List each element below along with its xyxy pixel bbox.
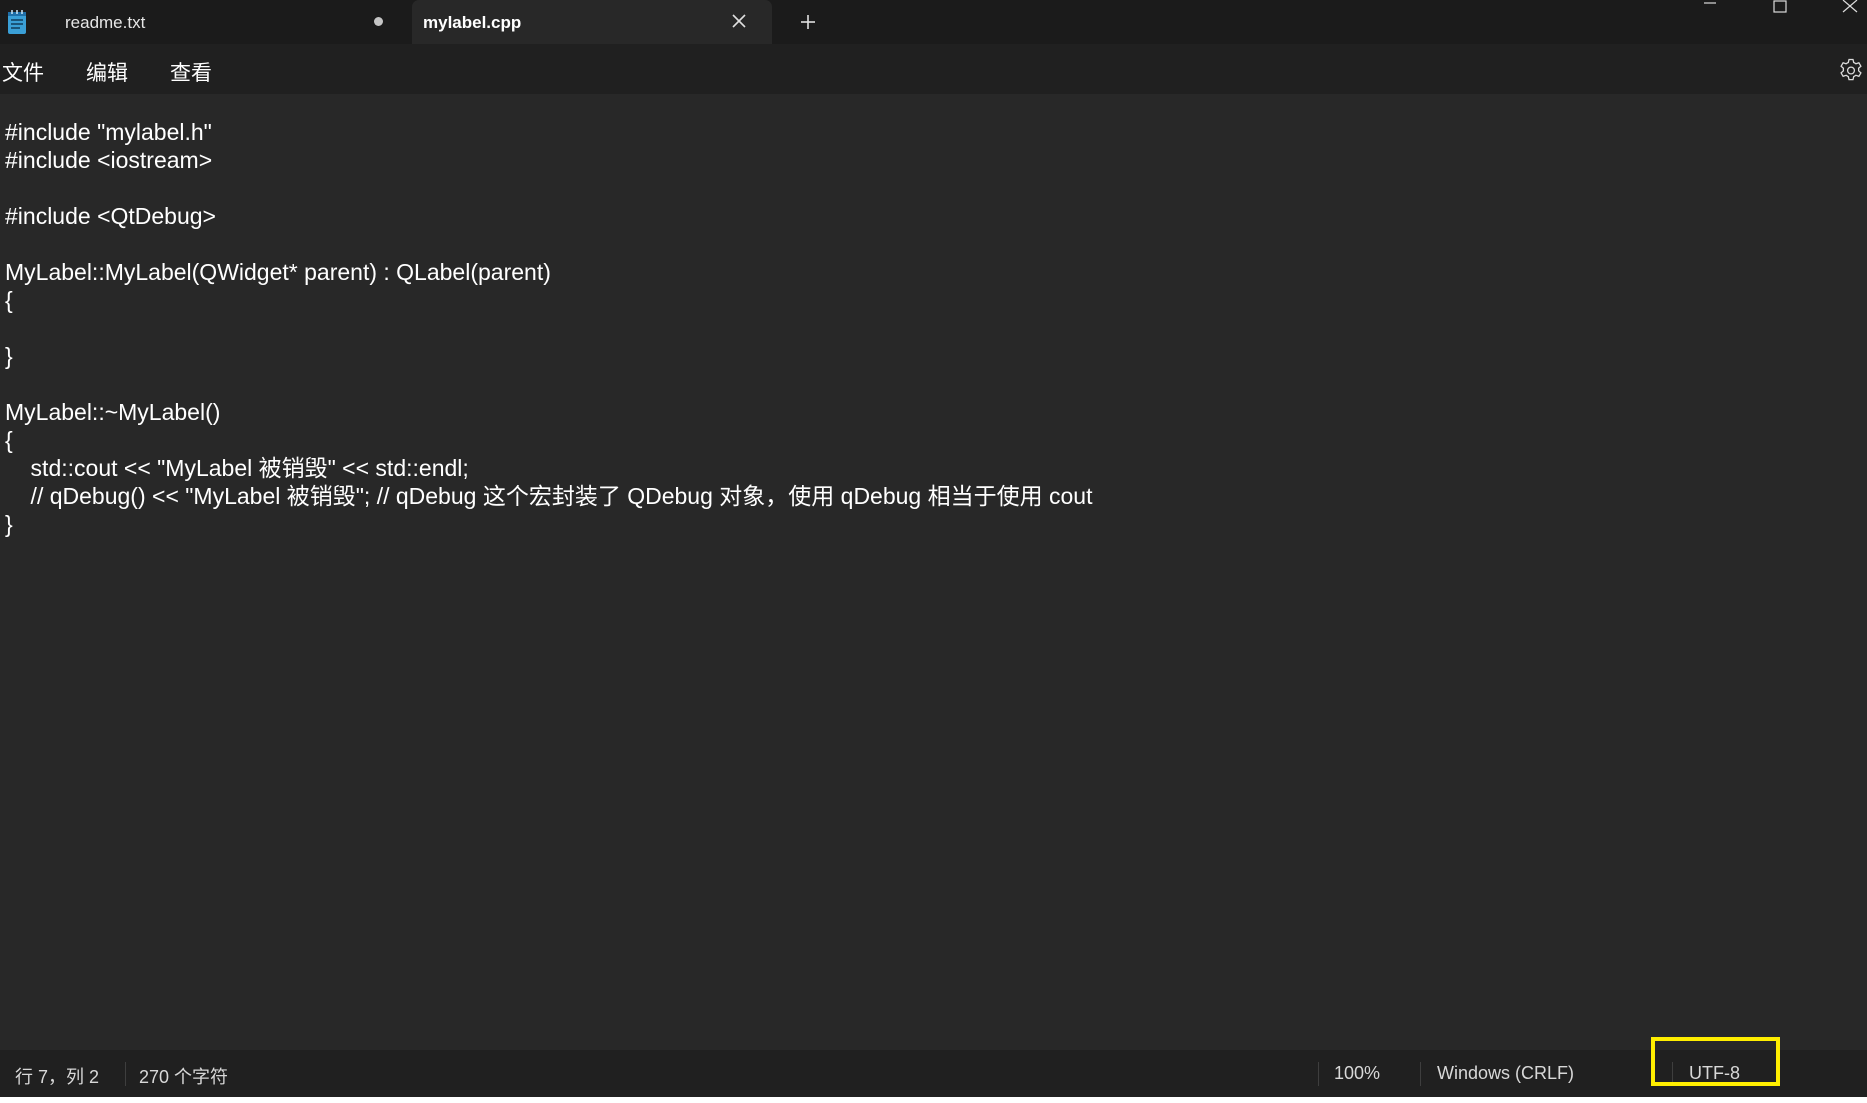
tab-readme[interactable]: readme.txt [40,0,408,44]
zoom-level[interactable]: 100% [1334,1063,1380,1084]
character-count: 270 个字符 [139,1067,229,1087]
code-line: { [5,427,13,453]
menu-file[interactable]: 文件 [2,57,44,87]
code-line: MyLabel::~MyLabel() [5,399,221,425]
code-content: #include "mylabel.h" #include <iostream>… [5,118,1092,538]
line-ending[interactable]: Windows (CRLF) [1437,1063,1574,1084]
title-bar: readme.txt mylabel.cpp [0,0,1867,44]
close-tab-icon[interactable] [728,10,750,32]
notepad-app-icon [8,10,26,34]
code-line: #include <QtDebug> [5,203,216,229]
status-divider [1318,1062,1319,1086]
status-divider [125,1062,126,1086]
tab-label: readme.txt [65,13,146,32]
cursor-position: 行 7，列 2 [15,1067,100,1087]
code-line: } [5,343,13,369]
settings-gear-icon[interactable] [1838,57,1864,83]
menu-bar: 文件 编辑 查看 [0,44,1867,94]
text-editor-area[interactable]: #include "mylabel.h" #include <iostream>… [0,94,1867,1050]
notepad-window: readme.txt mylabel.cpp 文件 编辑 查看 #include… [0,0,1867,1097]
status-bar: 行 7，列 2 270 个字符 100% Windows (CRLF) UTF-… [0,1050,1867,1097]
code-line: { [5,287,13,313]
encoding-highlight-box [1651,1037,1780,1086]
minimize-icon[interactable] [1700,0,1720,16]
maximize-icon[interactable] [1770,0,1790,16]
tab-label: mylabel.cpp [423,13,522,32]
new-tab-plus-icon[interactable] [796,10,820,34]
code-line: #include <iostream> [5,147,213,173]
close-window-icon[interactable] [1840,0,1860,16]
unsaved-dot-icon[interactable] [374,17,383,26]
code-line: // qDebug() << "MyLabel 被销毁"; // qDebug … [5,483,1093,509]
code-line: } [5,511,13,537]
code-line: MyLabel::MyLabel(QWidget* parent) : QLab… [5,259,551,285]
code-line: #include "mylabel.h" [5,119,212,145]
code-line: std::cout << "MyLabel 被销毁" << std::endl; [5,455,469,481]
menu-edit[interactable]: 编辑 [86,57,128,87]
tab-mylabel-cpp[interactable]: mylabel.cpp [412,0,772,44]
status-divider [1420,1062,1421,1086]
menu-view[interactable]: 查看 [170,57,212,87]
